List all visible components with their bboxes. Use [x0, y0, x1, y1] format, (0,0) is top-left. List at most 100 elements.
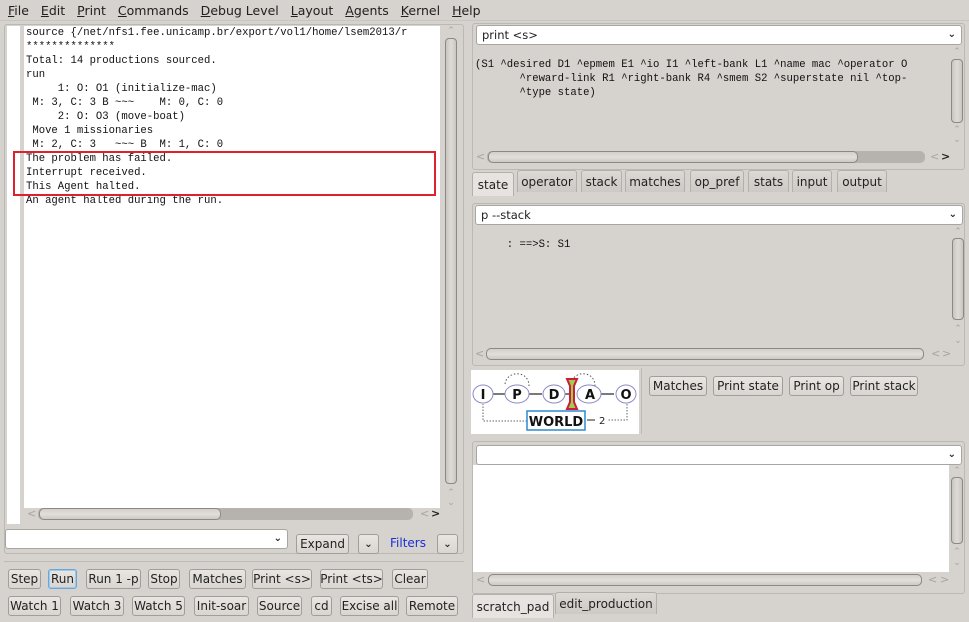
- scroll-right-arrow-icon[interactable]: >: [941, 150, 950, 164]
- source-button[interactable]: Source: [257, 596, 302, 616]
- tab-stack[interactable]: stack: [581, 170, 622, 192]
- watch-5-button[interactable]: Watch 5: [132, 596, 185, 616]
- filters-dropdown-button[interactable]: ⌄: [437, 534, 458, 554]
- scroll-down-arrow-icon[interactable]: ⌄: [951, 336, 965, 346]
- scroll-left-arrow-icon[interactable]: <: [27, 507, 36, 521]
- expand-dropdown-button[interactable]: ⌄: [358, 534, 379, 554]
- chevron-down-icon[interactable]: ⌄: [949, 209, 957, 220]
- stack-vertical-scrollbar[interactable]: ⌃ ⌃ ⌄: [951, 227, 965, 362]
- watch-1-button[interactable]: Watch 1: [8, 596, 61, 616]
- chevron-down-icon[interactable]: ⌄: [948, 449, 956, 460]
- scroll-down-arrow-icon[interactable]: ⌄: [950, 135, 964, 145]
- state-command-select[interactable]: print <s> ⌄: [476, 25, 962, 45]
- menu-file[interactable]: File: [3, 3, 36, 18]
- scroll-left-arrow-icon[interactable]: <: [476, 150, 485, 164]
- scroll-up-arrow-icon[interactable]: ⌃: [444, 488, 458, 498]
- scroll-up-arrow-icon[interactable]: ⌃: [950, 547, 964, 557]
- scroll-right-arrow-icon[interactable]: >: [431, 507, 440, 521]
- print-stack-button[interactable]: Print stack: [850, 376, 918, 396]
- matches-button[interactable]: Matches: [649, 376, 707, 396]
- stack-horizontal-scrollbar[interactable]: < < >: [472, 347, 951, 361]
- scratch-command-select[interactable]: ⌄: [476, 445, 962, 465]
- tab-input[interactable]: input: [792, 170, 832, 192]
- menu-print[interactable]: Print: [72, 3, 113, 18]
- menu-help[interactable]: Help: [447, 3, 488, 18]
- tab-matches[interactable]: matches: [625, 170, 685, 192]
- o-to-world-arrow: [607, 404, 628, 421]
- trace-console[interactable]: source {/net/nfs1.fee.unicamp.br/export/…: [24, 26, 440, 508]
- tab-edit-production[interactable]: edit_production: [555, 592, 657, 614]
- menu-edit[interactable]: Edit: [36, 3, 72, 18]
- print-op-button[interactable]: Print op: [789, 376, 844, 396]
- excise-all-button[interactable]: Excise all: [340, 596, 399, 616]
- watch-3-button[interactable]: Watch 3: [70, 596, 124, 616]
- scroll-left-arrow-icon[interactable]: <: [931, 347, 940, 361]
- scratch-pad-textarea[interactable]: [473, 465, 949, 572]
- decision-cycle-diagram[interactable]: I P D A O WORLD 2: [471, 370, 639, 434]
- console-horizontal-scrollbar[interactable]: < < >: [24, 507, 444, 521]
- tab-op-pref[interactable]: op_pref: [690, 170, 744, 192]
- state-output-line: (S1 ^desired D1 ^epmem E1 ^io I1 ^left-b…: [475, 59, 908, 71]
- stack-command-select[interactable]: p --stack ⌄: [475, 205, 963, 225]
- tab-output[interactable]: output: [837, 170, 887, 192]
- run-button[interactable]: Run: [48, 569, 77, 589]
- tab-stats[interactable]: stats: [748, 170, 789, 192]
- scroll-right-arrow-icon[interactable]: >: [942, 347, 951, 361]
- scroll-thumb[interactable]: [951, 59, 963, 123]
- init-soar-button[interactable]: Init-soar: [194, 596, 249, 616]
- scroll-thumb[interactable]: [445, 38, 457, 484]
- scroll-left-arrow-icon[interactable]: <: [930, 150, 939, 164]
- scroll-left-arrow-icon[interactable]: <: [420, 507, 429, 521]
- filters-link[interactable]: Filters: [390, 536, 426, 550]
- matches-button[interactable]: Matches: [189, 569, 246, 589]
- scroll-left-arrow-icon[interactable]: <: [928, 573, 937, 587]
- scroll-right-arrow-icon[interactable]: >: [940, 573, 949, 587]
- menu-layout[interactable]: Layout: [286, 3, 341, 18]
- scroll-up-arrow-icon[interactable]: ⌃: [950, 47, 964, 57]
- menu-commands[interactable]: Commands: [113, 3, 196, 18]
- scroll-left-arrow-icon[interactable]: <: [476, 573, 485, 587]
- chevron-down-icon[interactable]: ⌄: [948, 29, 956, 40]
- scroll-up-arrow-icon[interactable]: ⌃: [950, 125, 964, 135]
- tab-state[interactable]: state: [472, 172, 514, 196]
- scroll-up-arrow-icon[interactable]: ⌃: [951, 324, 965, 334]
- remote-button[interactable]: Remote: [406, 596, 458, 616]
- stop-button[interactable]: Stop: [148, 569, 180, 589]
- menu-label-rest: ile: [14, 2, 29, 18]
- print-state-button[interactable]: Print state: [713, 376, 783, 396]
- scroll-left-arrow-icon[interactable]: <: [475, 347, 484, 361]
- scroll-up-arrow-icon[interactable]: ⌃: [950, 466, 964, 476]
- chevron-down-icon[interactable]: ⌄: [274, 533, 282, 544]
- scroll-up-arrow-icon[interactable]: ⌃: [951, 227, 965, 237]
- tab-operator[interactable]: operator: [517, 170, 577, 192]
- scroll-down-arrow-icon[interactable]: ⌄: [950, 558, 964, 568]
- print-s-button[interactable]: Print <s>: [252, 569, 312, 589]
- propose-loop-arrow: [504, 373, 530, 387]
- scroll-thumb[interactable]: [952, 238, 964, 320]
- menu-agents[interactable]: Agents: [340, 3, 396, 18]
- scroll-thumb[interactable]: [951, 477, 963, 544]
- menu-debug-level[interactable]: Debug Level: [196, 3, 286, 18]
- command-input[interactable]: ⌄: [5, 529, 288, 549]
- scroll-thumb[interactable]: [488, 574, 922, 586]
- console-vertical-scrollbar[interactable]: ⌃ ⌃ ⌄: [444, 26, 458, 510]
- cd-button[interactable]: cd: [311, 596, 332, 616]
- state-vertical-scrollbar[interactable]: ⌃ ⌃ ⌄: [950, 47, 964, 147]
- scroll-up-arrow-icon[interactable]: ⌃: [444, 26, 458, 36]
- run-1-p-button[interactable]: Run 1 -p: [86, 569, 141, 589]
- scratch-vertical-scrollbar[interactable]: ⌃ ⌃ ⌄: [950, 466, 964, 571]
- scroll-thumb[interactable]: [488, 151, 858, 163]
- state-output-line: ^reward-link R1 ^right-bank R4 ^smem S2 …: [475, 73, 908, 85]
- menu-kernel[interactable]: Kernel: [396, 3, 447, 18]
- clear-button[interactable]: Clear: [392, 569, 428, 589]
- step-button[interactable]: Step: [8, 569, 41, 589]
- scratch-horizontal-scrollbar[interactable]: < < >: [474, 573, 950, 587]
- state-horizontal-scrollbar[interactable]: < < >: [474, 150, 950, 164]
- scroll-thumb[interactable]: [39, 508, 221, 520]
- tab-scratch-pad[interactable]: scratch_pad: [472, 594, 554, 618]
- print-ts-button[interactable]: Print <ts>: [320, 569, 383, 589]
- scroll-down-arrow-icon[interactable]: ⌄: [444, 498, 458, 508]
- expand-button[interactable]: Expand: [296, 534, 349, 554]
- console-line: Total: 14 productions sourced.: [26, 55, 217, 67]
- scroll-thumb[interactable]: [486, 348, 924, 360]
